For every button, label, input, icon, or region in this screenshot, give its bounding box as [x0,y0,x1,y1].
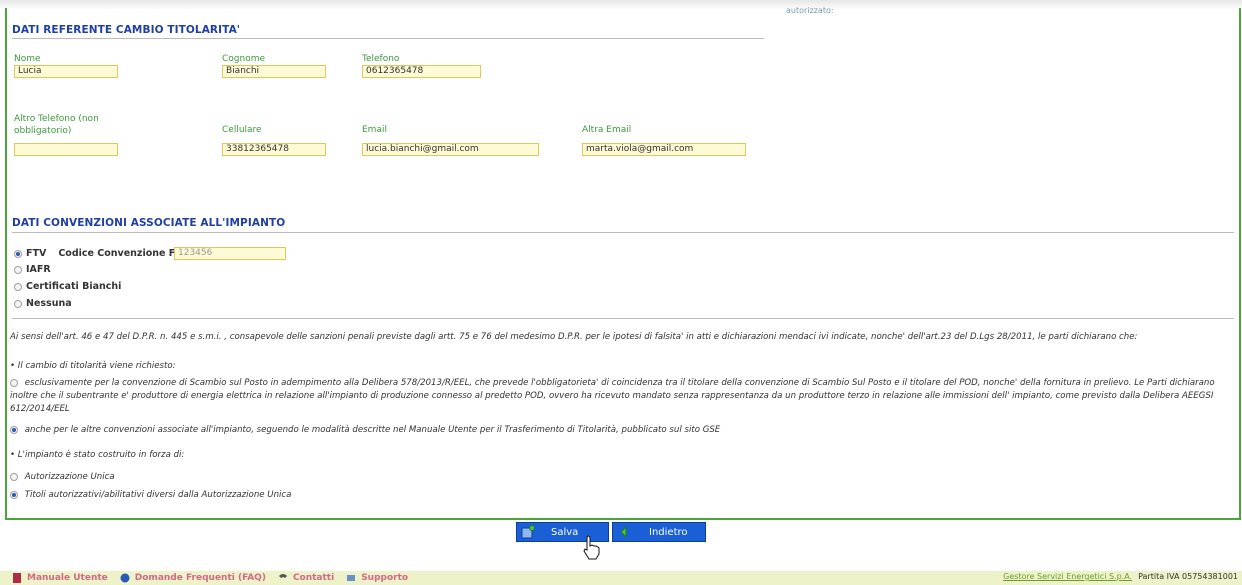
back-arrow-icon [617,525,631,539]
option-certificati-bianchi[interactable]: Certificati Bianchi [14,281,121,292]
support-icon [347,575,356,581]
cellulare-label: Cellulare [222,125,262,135]
option-ftv-label: FTV [26,248,47,259]
section-title-referente: DATI REFERENTE CAMBIO TITOLARITA' [12,24,241,36]
email-field[interactable]: lucia.bianchi@gmail.com [362,143,539,156]
altro-telefono-label-line1: Altro Telefono (non [14,114,99,124]
footer-supporto-label: Supporto [361,573,409,583]
option-iafr[interactable]: IAFR [14,264,51,275]
altra-email-label: Altra Email [582,125,632,135]
footer-contatti-link[interactable]: Contatti [278,573,334,583]
save-icon [521,525,535,539]
altro-telefono-field[interactable] [14,143,118,156]
email-label: Email [362,125,387,135]
cambio-option-1-text: esclusivamente per la convenzione di Sca… [10,378,1215,414]
footer-faq-label: Domande Frequenti (FAQ) [134,573,266,583]
impianto-option-2-text: Titoli autorizzativi/abilitativi diversi… [24,490,292,500]
option-certificati-bianchi-label: Certificati Bianchi [26,281,122,292]
radio-autorizzazione-unica[interactable] [10,472,18,481]
radio-cambio-altre[interactable] [10,425,18,434]
radio-ftv[interactable] [14,249,22,258]
telefono-label: Telefono [362,54,400,64]
cambio-option-2-text: anche per le altre convenzioni associate… [24,425,721,435]
indietro-button[interactable]: Indietro [612,522,706,542]
altra-email-field[interactable]: marta.viola@gmail.com [582,143,746,156]
altro-telefono-label-line2: obbligatorio) [14,126,72,136]
book-icon [13,573,21,583]
radio-cambio-ssp[interactable] [10,378,18,387]
nome-field[interactable]: Lucia [14,65,118,78]
codice-convenzione-label: Codice Convenzione FTV: [58,248,193,259]
radio-iafr[interactable] [14,265,22,274]
option-ftv[interactable]: FTV Codice Convenzione FTV: [14,248,192,259]
footer-contatti-label: Contatti [292,573,335,583]
mouse-cursor-icon [582,535,604,564]
impianto-option-1-text: Autorizzazione Unica [24,472,115,482]
radio-nessuna[interactable] [14,299,22,308]
nome-label: Nome [14,54,41,64]
declaration-intro: Ai sensi dell'art. 46 e 47 del D.P.R. n.… [10,332,1138,342]
cambio-option-1[interactable]: esclusivamente per la convenzione di Sca… [10,377,1232,416]
impianto-option-2[interactable]: Titoli autorizzativi/abilitativi diversi… [10,489,1232,502]
footer-supporto-link[interactable]: Supporto [346,573,408,583]
footer-right: Gestore Servizi Energetici S.p.A. Partit… [1003,572,1238,581]
cognome-field[interactable]: Bianchi [222,65,326,78]
altro-telefono-label: Altro Telefono (non obbligatorio) [14,113,99,137]
divider [12,232,1234,233]
impianto-option-1[interactable]: Autorizzazione Unica [10,471,1232,484]
divider [12,318,1234,319]
footer-manuale-label: Manuale Utente [27,573,108,583]
option-nessuna[interactable]: Nessuna [14,298,72,309]
divider [12,38,764,39]
cambio-option-2[interactable]: anche per le altre convenzioni associate… [10,424,1232,437]
radio-certificati-bianchi[interactable] [14,282,22,291]
indietro-button-label: Indietro [649,526,688,538]
side-text: autorizzato: [786,6,834,15]
phone-icon [278,574,287,578]
form-panel [5,8,1241,520]
salva-button-label: Salva [551,526,579,538]
section-title-convenzioni: DATI CONVENZIONI ASSOCIATE ALL'IMPIANTO [12,217,286,229]
footer-piva: Partita IVA 05754381001 [1138,572,1238,581]
cellulare-field[interactable]: 33812365478 [222,143,326,156]
option-nessuna-label: Nessuna [26,298,72,309]
footer-company-link[interactable]: Gestore Servizi Energetici S.p.A. [1003,572,1132,581]
cambio-title: • Il cambio di titolarità viene richiest… [10,361,176,371]
footer: Manuale Utente Domande Frequenti (FAQ) C… [0,571,1242,585]
impianto-title: • L'impianto è stato costruito in forza … [10,450,185,460]
footer-manuale-link[interactable]: Manuale Utente [12,573,108,583]
radio-titoli-diversi[interactable] [10,490,18,499]
footer-faq-link[interactable]: Domande Frequenti (FAQ) [120,573,266,583]
telefono-field[interactable]: 0612365478 [362,65,481,78]
cognome-label: Cognome [222,54,266,64]
codice-convenzione-field[interactable]: 123456 [174,247,286,260]
faq-icon [120,573,130,583]
option-iafr-label: IAFR [26,264,51,275]
